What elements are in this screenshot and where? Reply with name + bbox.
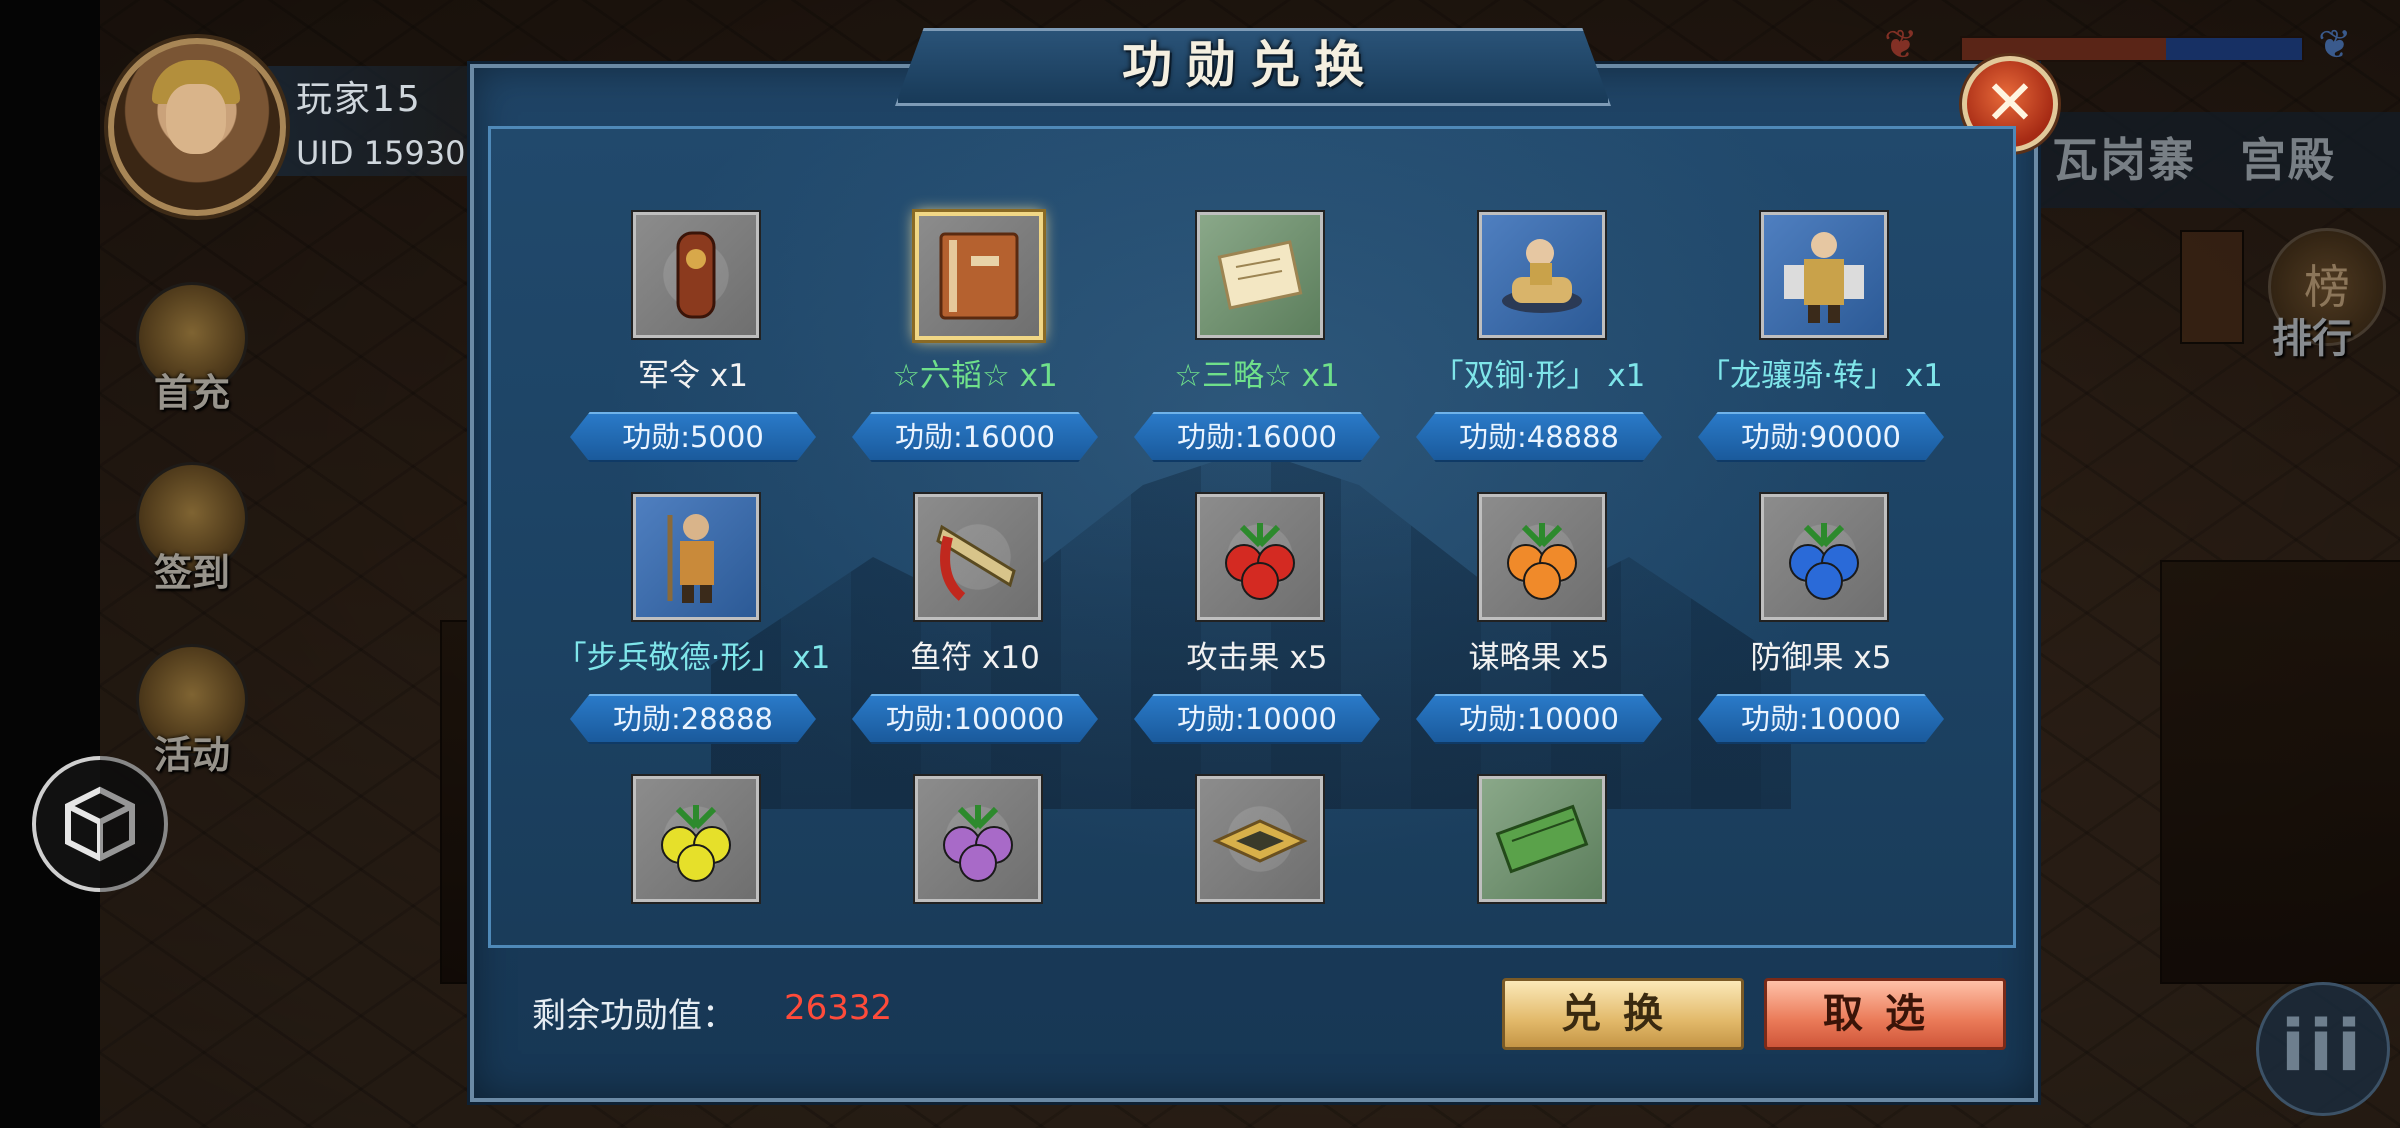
fish-tally-icon[interactable]: [915, 494, 1041, 620]
item-price-tag: 功勋:16000: [852, 412, 1098, 462]
player-uid: UID 15930: [296, 134, 466, 172]
left-black-strip: [0, 0, 100, 1128]
exchange-item[interactable]: 攻击果 x5 功勋:10000: [1112, 494, 1402, 764]
remaining-merit-value: 26332: [784, 988, 893, 1028]
item-name: 「龙骧骑·转」 x1: [1699, 358, 1943, 394]
player-avatar[interactable]: [108, 38, 286, 216]
exchange-item[interactable]: 防御果 x5 功勋:10000: [1676, 494, 1966, 764]
exchange-item[interactable]: 谋略果 x5 功勋:10000: [1394, 494, 1684, 764]
item-name: ☆三略☆ x1: [1174, 358, 1340, 394]
purple-fruit-icon[interactable]: [915, 776, 1041, 902]
exchange-item[interactable]: ☆三略☆ x1 功勋:16000: [1112, 212, 1402, 482]
orange-fruit-icon[interactable]: [1479, 494, 1605, 620]
yellow-fruit-icon[interactable]: [633, 776, 759, 902]
exchange-item[interactable]: [1112, 776, 1402, 1046]
item-name: 攻击果 x5: [1186, 640, 1328, 676]
cancel-select-button[interactable]: 取选: [1764, 978, 2006, 1050]
item-name: ☆六韬☆ x1: [892, 358, 1058, 394]
exchange-item[interactable]: ☆六韬☆ x1 功勋:16000: [830, 212, 1120, 482]
exchange-item[interactable]: 「龙骧骑·转」 x1 功勋:90000: [1676, 212, 1966, 482]
infantry-general-icon[interactable]: [633, 494, 759, 620]
book-icon[interactable]: [915, 212, 1043, 340]
blue-fruit-icon[interactable]: [1761, 494, 1887, 620]
remaining-merit-label: 剩余功勋值：: [532, 996, 736, 1036]
item-name: 鱼符 x10: [910, 640, 1040, 676]
item-name: 军令 x1: [638, 358, 748, 394]
bamboo-scroll-icon[interactable]: [1479, 776, 1605, 902]
item-price-tag: 功勋:5000: [570, 412, 816, 462]
item-price-tag: 功勋:10000: [1416, 694, 1662, 744]
item-price-tag: 功勋:28888: [570, 694, 816, 744]
red-fruit-icon[interactable]: [1197, 494, 1323, 620]
exchange-item[interactable]: 「双锏·形」 x1 功勋:48888: [1394, 212, 1684, 482]
item-price-tag: 功勋:100000: [852, 694, 1098, 744]
item-name: 谋略果 x5: [1468, 640, 1610, 676]
item-price-tag: 功勋:90000: [1698, 412, 1944, 462]
command-token-icon[interactable]: [633, 212, 759, 338]
exchange-button[interactable]: 兑换: [1502, 978, 1744, 1050]
player-name: 玩家15: [296, 79, 422, 120]
item-price-tag: 功勋:48888: [1416, 412, 1662, 462]
avatar-face: [166, 84, 226, 154]
item-price-tag: 功勋:16000: [1134, 412, 1380, 462]
item-name: 「步兵敬德·形」 x1: [555, 640, 831, 676]
item-name: 「双锏·形」 x1: [1432, 358, 1646, 394]
exchange-item[interactable]: 「步兵敬德·形」 x1 功勋:28888: [548, 494, 838, 764]
item-name: 防御果 x5: [1750, 640, 1892, 676]
exchange-item[interactable]: 军令 x1 功勋:5000: [548, 212, 838, 482]
item-price-tag: 功勋:10000: [1698, 694, 1944, 744]
dialog-title: 功勋兑换: [1122, 35, 1378, 94]
exchange-item[interactable]: 鱼符 x10 功勋:100000: [830, 494, 1120, 764]
cavalry-general-icon[interactable]: [1479, 212, 1605, 338]
item-price-tag: 功勋:10000: [1134, 694, 1380, 744]
scroll-icon[interactable]: [1197, 212, 1323, 338]
armored-general-icon[interactable]: [1761, 212, 1887, 338]
golden-map-icon[interactable]: [1197, 776, 1323, 902]
